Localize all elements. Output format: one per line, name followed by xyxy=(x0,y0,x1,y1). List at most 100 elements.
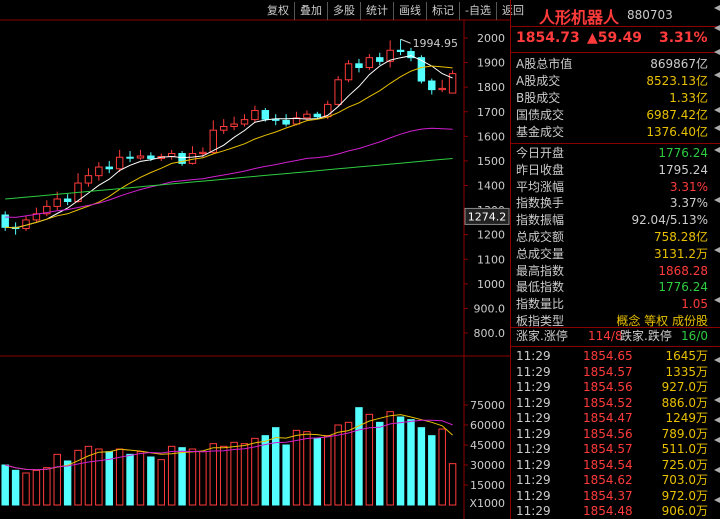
overlay-button[interactable]: 叠加 xyxy=(295,2,328,20)
price-tick-label: 800.0 xyxy=(474,327,506,340)
scroll-arrow-icon[interactable] xyxy=(714,357,720,363)
stat-row-value: 92.04/5.13% xyxy=(631,213,708,228)
tick-row: 11:29 1854.62 703.0万 xyxy=(516,472,708,488)
scroll-arrow-icon[interactable] xyxy=(714,417,720,423)
candle-body xyxy=(84,175,93,184)
volume-bar xyxy=(219,445,228,506)
scroll-arrow-icon[interactable] xyxy=(714,297,720,303)
scroll-arrow-icon[interactable] xyxy=(714,397,720,403)
tick-time: 11:29 xyxy=(516,442,551,456)
stat-row-label: 最低指数 xyxy=(516,280,565,295)
price-tick-label: 900.0 xyxy=(474,302,506,315)
candle-body xyxy=(448,73,457,94)
price-tick-label: 1200 xyxy=(477,229,505,242)
candle-body xyxy=(428,80,436,91)
stat-row-value: 758.28亿 xyxy=(654,230,708,244)
candle-body xyxy=(105,166,113,170)
volume-bar xyxy=(324,435,332,506)
stat-row-value: 3.37% xyxy=(669,196,708,211)
volume-bar xyxy=(147,456,155,506)
price-tick-label: 1000 xyxy=(477,278,505,291)
scroll-arrow-icon[interactable] xyxy=(714,147,720,153)
change-percent: 3.31% xyxy=(659,30,708,46)
tick-price: 1854.47 xyxy=(583,411,633,425)
tick-time: 11:29 xyxy=(516,395,551,410)
scroll-arrow-icon[interactable] xyxy=(714,497,720,503)
stat-row-label: 指数量比 xyxy=(516,297,565,312)
down-label: 跌家.跌停 xyxy=(620,329,672,343)
scroll-arrow-icon[interactable] xyxy=(714,107,720,113)
volume-bar xyxy=(344,421,353,506)
scroll-arrow-icon[interactable] xyxy=(714,467,720,473)
stat-row-label: 今日开盘 xyxy=(516,146,565,160)
scroll-arrow-icon[interactable] xyxy=(714,72,720,78)
tick-time: 11:29 xyxy=(516,411,551,425)
scroll-arrow-icon[interactable] xyxy=(714,25,720,31)
stat-row: 指数换手 3.37% xyxy=(516,195,708,212)
fuquan-button[interactable]: 复权 xyxy=(262,2,295,20)
scroll-arrow-icon[interactable] xyxy=(714,437,720,443)
scroll-arrow-icon[interactable] xyxy=(714,49,720,55)
summary-row-value: 6987.42亿 xyxy=(646,108,708,122)
tick-price: 1854.56 xyxy=(583,380,633,394)
scroll-arrow-icon[interactable] xyxy=(714,247,720,253)
tick-price: 1854.57 xyxy=(583,442,633,456)
scroll-arrow-icon[interactable] xyxy=(714,197,720,203)
remove-watchlist-button[interactable]: -自选 xyxy=(460,2,497,20)
summary-row: B股成交 1.33亿 xyxy=(516,90,708,107)
candle-body xyxy=(126,156,134,159)
volume-bar xyxy=(188,448,197,506)
volume-bar xyxy=(271,427,280,506)
statistics-button[interactable]: 统计 xyxy=(361,2,394,20)
tick-time: 11:29 xyxy=(516,488,551,503)
candle-body xyxy=(438,87,446,91)
panel-scrollbar[interactable] xyxy=(713,0,720,519)
candle-body xyxy=(282,119,290,125)
current-price: 1854.73 xyxy=(516,30,580,46)
stat-row-label: 昨日收盘 xyxy=(516,162,565,177)
price-tick-label: 1600 xyxy=(477,130,505,143)
mark-button[interactable]: 标记 xyxy=(427,2,460,20)
scroll-arrow-icon[interactable] xyxy=(714,125,720,131)
volume-average-line xyxy=(5,419,453,471)
tick-volume: 511.0万 xyxy=(661,442,708,456)
tick-time: 11:29 xyxy=(516,473,551,487)
volume-bar xyxy=(43,467,51,506)
summary-row: A股成交 8523.13亿 xyxy=(516,73,708,90)
price-change: ▲59.49 xyxy=(587,30,643,46)
volume-tick-label: 45000 xyxy=(470,439,505,452)
stat-row: 总成交量 3131.2万 xyxy=(516,246,708,263)
high-marker-line xyxy=(400,38,411,44)
stat-row-label: 总成交额 xyxy=(516,230,565,244)
draw-line-button[interactable]: 画线 xyxy=(394,2,427,20)
stat-row: 平均涨幅 3.31% xyxy=(516,179,708,196)
candle-body xyxy=(334,79,342,105)
volume-bar xyxy=(386,411,394,506)
chart-toolbar: 复权 叠加 多股 统计 画线 标记 -自选 返回 xyxy=(262,2,529,20)
tick-row: 11:29 1854.47 1249万 xyxy=(516,410,708,426)
volume-bar xyxy=(126,453,134,506)
candle-body xyxy=(344,63,353,81)
scroll-arrow-icon[interactable] xyxy=(714,5,720,11)
stat-row-label: 指数换手 xyxy=(516,196,565,211)
volume-unit-label: X1000 xyxy=(469,497,505,510)
volume-tick-label: 30000 xyxy=(470,459,505,472)
stock-code: 880703 xyxy=(627,8,673,22)
volume-bar xyxy=(438,428,446,506)
moving-average-line xyxy=(5,158,453,200)
multi-stock-button[interactable]: 多股 xyxy=(328,2,361,20)
summary-row-label: 基金成交 xyxy=(516,125,565,139)
kline-chart[interactable]: 2000190018001700160015001400130012001100… xyxy=(0,0,510,519)
candle-body xyxy=(303,113,311,119)
summary-row: A股总市值 869867亿 xyxy=(516,56,708,73)
price-tick-label: 1700 xyxy=(477,106,505,119)
summary-row: 基金成交 1376.40亿 xyxy=(516,124,708,141)
volume-bar xyxy=(448,463,457,506)
summary-row-value: 8523.13亿 xyxy=(646,74,708,88)
summary-row-value: 1.33亿 xyxy=(669,91,708,105)
volume-bar xyxy=(376,421,384,506)
price-tick-label: 1100 xyxy=(477,253,505,266)
price-tick-label: 1500 xyxy=(477,155,505,168)
tick-volume: 703.0万 xyxy=(661,473,708,487)
summary-row-label: B股成交 xyxy=(516,91,561,105)
